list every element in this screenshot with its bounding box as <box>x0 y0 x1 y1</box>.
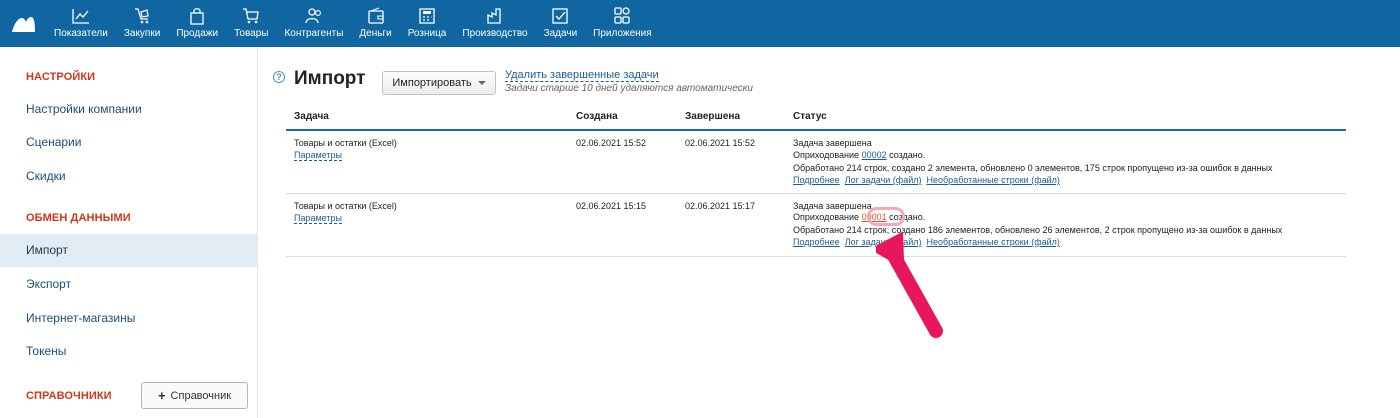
main-content: ? Импорт Импортировать Удалить завершенн… <box>258 47 1400 418</box>
sidebar-item-scenarios[interactable]: Сценарии <box>0 126 258 159</box>
posting-suffix: создано. <box>886 212 926 222</box>
created-date: 02.06.2021 15:52 <box>576 138 647 148</box>
details-link[interactable]: Подробнее <box>793 175 840 185</box>
status-title: Задача завершена <box>793 138 872 148</box>
task-name: Товары и остатки (Excel) <box>294 201 397 211</box>
processing-summary: Обработано 214 строк, создано 2 элемента… <box>793 163 1273 173</box>
nav-label: Показатели <box>54 28 108 39</box>
row-divider <box>286 256 1346 257</box>
nav-label: Контрагенты <box>284 28 344 39</box>
import-button-label: Импортировать <box>392 77 472 89</box>
nav-label: Приложения <box>593 28 652 39</box>
created-date: 02.06.2021 15:15 <box>576 201 647 211</box>
logo-icon[interactable] <box>0 0 46 47</box>
nav-label: Закупки <box>123 28 161 39</box>
apps-icon <box>614 7 631 24</box>
top-navigation-bar: Показатели Закупки Продажи Товары Контра… <box>0 0 1400 47</box>
sidebar-item-company-settings[interactable]: Настройки компании <box>0 93 258 126</box>
details-link[interactable]: Подробнее <box>793 237 840 247</box>
main-menu: Показатели Закупки Продажи Товары Контра… <box>46 0 660 47</box>
add-directory-button[interactable]: + Справочник <box>141 382 248 409</box>
wallet-icon <box>367 7 384 24</box>
posting-line: Оприходование 00002 создано. <box>793 150 925 161</box>
nav-label: Розница <box>407 28 447 39</box>
chart-icon <box>72 9 89 24</box>
row-links: Подробнее Лог задачи (файл) Необработанн… <box>793 175 1060 186</box>
nav-item-retail[interactable]: Розница <box>400 0 455 47</box>
plus-icon: + <box>157 388 166 403</box>
table-header-divider <box>286 129 1346 131</box>
posting-number-link[interactable]: 00001 <box>862 212 887 222</box>
sidebar-item-export[interactable]: Экспорт <box>0 268 258 301</box>
column-header-status: Статус <box>793 111 827 122</box>
add-directory-label: Справочник <box>170 389 232 402</box>
chevron-down-icon <box>477 81 486 85</box>
finished-date: 02.06.2021 15:17 <box>685 201 756 211</box>
delete-finished-tasks-link[interactable]: Удалить завершенные задачи <box>505 69 659 82</box>
nav-item-money[interactable]: Деньги <box>351 0 399 47</box>
nav-label: Производство <box>462 28 528 39</box>
nav-item-indicators[interactable]: Показатели <box>46 0 116 47</box>
posting-prefix: Оприходование <box>793 212 862 222</box>
column-header-task: Задача <box>294 111 329 122</box>
sidebar-item-discounts[interactable]: Скидки <box>0 160 258 193</box>
posting-prefix: Оприходование <box>793 150 862 160</box>
help-icon[interactable]: ? <box>273 71 285 83</box>
import-dropdown-button[interactable]: Импортировать <box>382 71 496 95</box>
posting-suffix: создано. <box>886 150 926 160</box>
sidebar-item-online-stores[interactable]: Интернет-магазины <box>0 302 258 335</box>
sidebar-item-import[interactable]: Импорт <box>0 234 258 267</box>
sidebar: НАСТРОЙКИ Настройки компании Сценарии Ск… <box>0 47 258 418</box>
finished-date: 02.06.2021 15:52 <box>685 138 756 148</box>
purchases-icon <box>135 8 149 24</box>
status-title: Задача завершена <box>793 201 872 211</box>
row-links: Подробнее Лог задачи (файл) Необработанн… <box>793 237 1060 248</box>
nav-item-goods[interactable]: Товары <box>226 0 276 47</box>
nav-item-counterparties[interactable]: Контрагенты <box>276 0 351 47</box>
processing-summary: Обработано 214 строк, создано 186 элемен… <box>793 225 1283 235</box>
nav-item-production[interactable]: Производство <box>454 0 535 47</box>
unprocessed-rows-link[interactable]: Необработанные строки (файл) <box>927 175 1060 185</box>
nav-item-tasks[interactable]: Задачи <box>536 0 586 47</box>
nav-item-purchases[interactable]: Закупки <box>116 0 168 47</box>
sidebar-header-data-exchange: ОБМЕН ДАННЫМИ <box>26 212 131 224</box>
column-header-created: Создана <box>576 111 618 122</box>
unprocessed-rows-link[interactable]: Необработанные строки (файл) <box>927 237 1060 247</box>
task-log-link[interactable]: Лог задачи (файл) <box>845 237 922 247</box>
auto-delete-note: Задачи старше 10 дней удаляются автомати… <box>505 83 753 94</box>
posting-number-link[interactable]: 00002 <box>862 150 887 160</box>
nav-label: Товары <box>234 28 269 39</box>
cart-icon <box>243 8 260 24</box>
checkbox-icon <box>552 8 569 24</box>
task-log-link[interactable]: Лог задачи (файл) <box>845 175 922 185</box>
nav-label: Продажи <box>176 28 219 39</box>
task-params-link[interactable]: Параметры <box>294 150 342 161</box>
row-divider <box>286 193 1346 194</box>
factory-icon <box>487 8 501 24</box>
nav-item-sales[interactable]: Продажи <box>168 0 226 47</box>
nav-label: Деньги <box>359 28 392 39</box>
bag-icon <box>190 8 204 25</box>
sidebar-header-directories: СПРАВОЧНИКИ <box>26 390 112 402</box>
sidebar-header-settings: НАСТРОЙКИ <box>26 71 96 83</box>
nav-label: Задачи <box>543 28 578 39</box>
page-title: Импорт <box>294 68 366 89</box>
people-icon <box>305 8 321 24</box>
posting-line: Оприходование 00001 создано. <box>793 212 925 223</box>
task-name: Товары и остатки (Excel) <box>294 138 397 148</box>
nav-item-apps[interactable]: Приложения <box>585 0 660 47</box>
sidebar-item-tokens[interactable]: Токены <box>0 335 258 368</box>
task-params-link[interactable]: Параметры <box>294 213 342 224</box>
cash-register-icon <box>419 8 435 24</box>
column-header-finished: Завершена <box>685 111 741 122</box>
